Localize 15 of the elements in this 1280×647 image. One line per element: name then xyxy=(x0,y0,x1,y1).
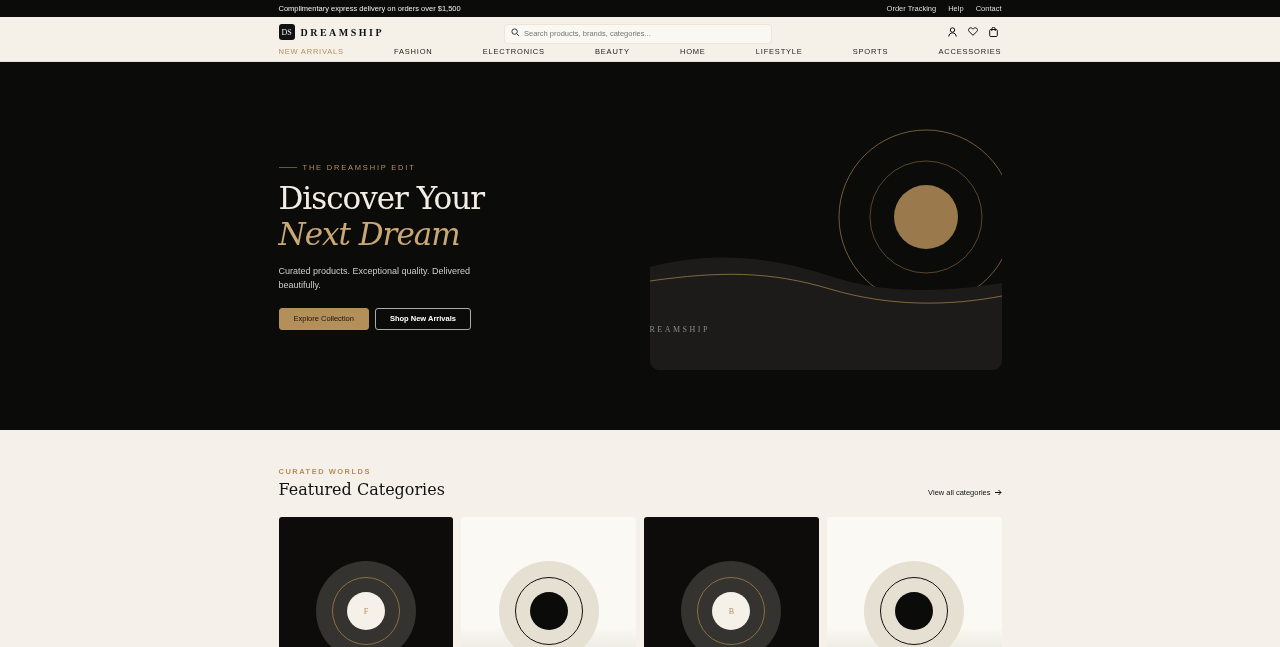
art-wordmark: REAMSHIP xyxy=(649,325,710,334)
shopping-bag-icon[interactable] xyxy=(988,27,998,37)
logo-text[interactable]: DREAMSHIP xyxy=(300,26,385,38)
arrow-icon xyxy=(994,489,1002,496)
hero-title-accent: Next Dream xyxy=(278,215,461,252)
hero-subtitle: Curated products. Exceptional quality. Delivered beautifully. xyxy=(278,264,471,292)
category-initial: B xyxy=(728,606,735,616)
category-card[interactable] xyxy=(826,517,1002,647)
section-title: Featured Categories xyxy=(278,480,445,499)
logo-mark[interactable]: DS xyxy=(278,24,295,40)
category-card[interactable] xyxy=(461,517,636,647)
category-initial: F xyxy=(363,606,369,616)
user-icon[interactable] xyxy=(947,27,957,37)
hero-title: Discover Your xyxy=(278,179,486,216)
heart-icon[interactable] xyxy=(967,27,978,36)
